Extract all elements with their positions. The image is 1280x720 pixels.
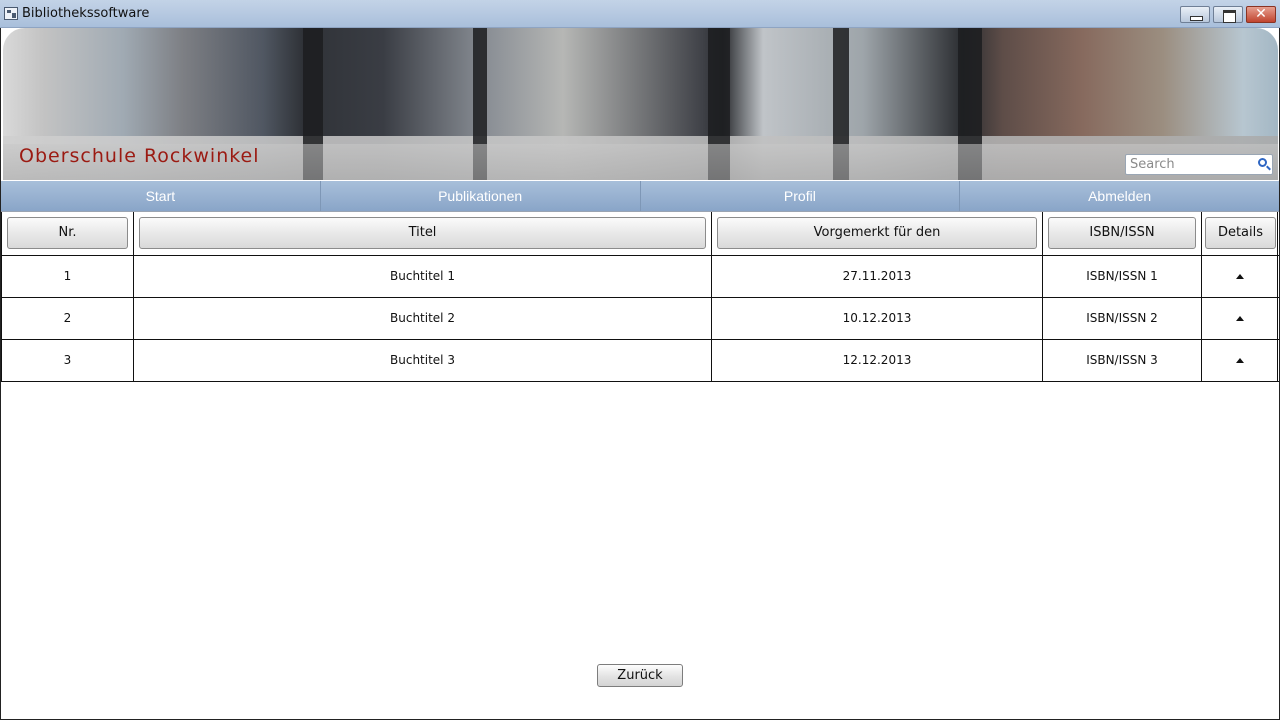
window-title: Bibliothekssoftware [22, 6, 150, 21]
cell-titel: Buchtitel 2 [133, 298, 711, 339]
header-cell-datum: Vorgemerkt für den [711, 212, 1042, 256]
app-window-icon [4, 7, 18, 20]
magnifier-icon[interactable] [1258, 158, 1267, 167]
header-cell-nr: Nr. [1, 212, 133, 256]
main-nav: Start Publikationen Profil Abmelden [1, 181, 1279, 211]
cell-titel: Buchtitel 1 [133, 256, 711, 297]
search-input[interactable]: Search [1125, 154, 1273, 175]
cell-nr: 2 [1, 298, 133, 339]
maximize-icon [1214, 7, 1242, 23]
header-button-titel[interactable]: Titel [139, 217, 706, 249]
table-edge [1277, 298, 1278, 339]
nav-item-start[interactable]: Start [1, 181, 321, 211]
cell-datum: 10.12.2013 [711, 298, 1042, 339]
cell-datum: 27.11.2013 [711, 256, 1042, 297]
header-cell-details: Details [1201, 212, 1278, 256]
table-row[interactable]: 3 Buchtitel 3 12.12.2013 ISBN/ISSN 3 [1, 340, 1279, 382]
header-button-datum[interactable]: Vorgemerkt für den [717, 217, 1037, 249]
table-edge [1277, 340, 1278, 381]
nav-item-profil[interactable]: Profil [641, 181, 961, 211]
window-border [0, 28, 1, 720]
header-button-nr[interactable]: Nr. [7, 217, 128, 249]
search-placeholder: Search [1130, 157, 1175, 172]
table-header: Nr. Titel Vorgemerkt für den ISBN/ISSN D… [1, 212, 1279, 256]
cell-details [1201, 256, 1278, 297]
triangle-up-icon[interactable] [1236, 274, 1244, 279]
school-name: Oberschule Rockwinkel [19, 145, 260, 167]
cell-isbn: ISBN/ISSN 3 [1042, 340, 1201, 381]
table-row[interactable]: 2 Buchtitel 2 10.12.2013 ISBN/ISSN 2 [1, 298, 1279, 340]
cell-details [1201, 340, 1278, 381]
cell-nr: 1 [1, 256, 133, 297]
reservations-table: Nr. Titel Vorgemerkt für den ISBN/ISSN D… [1, 211, 1279, 382]
nav-item-publikationen[interactable]: Publikationen [321, 181, 641, 211]
header-cell-isbn: ISBN/ISSN [1042, 212, 1201, 256]
title-bar: Bibliothekssoftware ✕ [0, 0, 1280, 28]
cell-isbn: ISBN/ISSN 2 [1042, 298, 1201, 339]
school-banner-image: Oberschule Rockwinkel [3, 28, 1278, 180]
header-button-isbn[interactable]: ISBN/ISSN [1048, 217, 1196, 249]
close-button[interactable]: ✕ [1246, 6, 1276, 23]
cell-details [1201, 298, 1278, 339]
minimize-icon [1181, 7, 1209, 22]
triangle-up-icon[interactable] [1236, 316, 1244, 321]
header-cell-titel: Titel [133, 212, 711, 256]
nav-item-abmelden[interactable]: Abmelden [960, 181, 1279, 211]
triangle-up-icon[interactable] [1236, 358, 1244, 363]
table-row[interactable]: 1 Buchtitel 1 27.11.2013 ISBN/ISSN 1 [1, 256, 1279, 298]
table-edge [1277, 256, 1278, 297]
minimize-button[interactable] [1180, 6, 1210, 23]
cell-datum: 12.12.2013 [711, 340, 1042, 381]
cell-isbn: ISBN/ISSN 1 [1042, 256, 1201, 297]
maximize-button[interactable] [1213, 6, 1243, 23]
cell-titel: Buchtitel 3 [133, 340, 711, 381]
header-button-details[interactable]: Details [1205, 217, 1276, 249]
cell-nr: 3 [1, 340, 133, 381]
close-icon: ✕ [1255, 6, 1267, 22]
back-button[interactable]: Zurück [597, 664, 683, 687]
table-edge [1277, 212, 1278, 255]
